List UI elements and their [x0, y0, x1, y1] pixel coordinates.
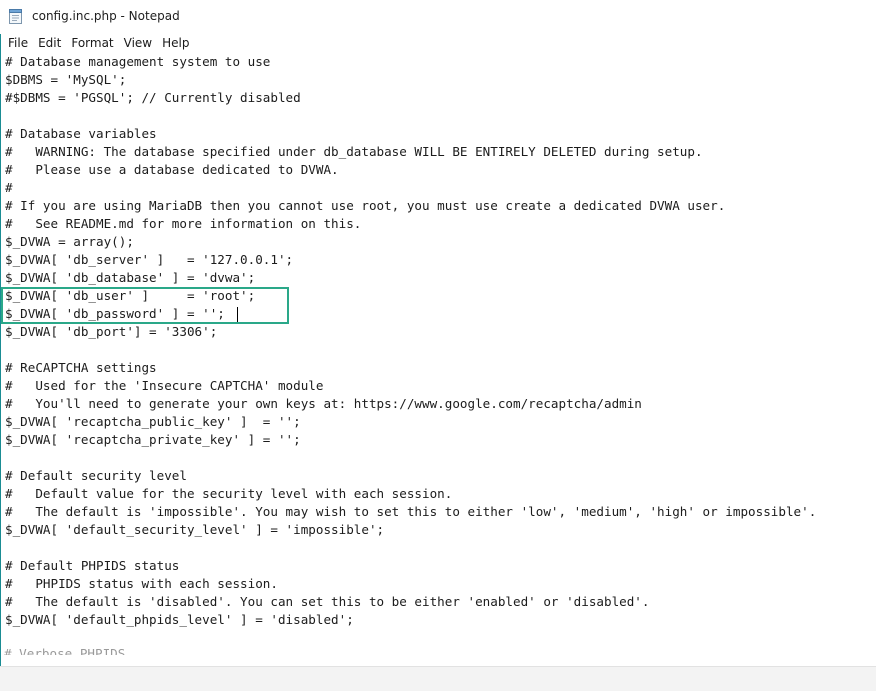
editor-line: # PHPIDS status with each session.: [5, 576, 278, 591]
editor-line: # Database variables: [5, 126, 157, 141]
window-title: config.inc.php - Notepad: [32, 9, 180, 23]
editor-line: $_DVWA[ 'db_database' ] = 'dvwa';: [5, 270, 256, 285]
menu-file[interactable]: File: [3, 35, 33, 51]
editor-line: # Default security level: [5, 468, 187, 483]
editor-line: # See README.md for more information on …: [5, 216, 362, 231]
editor-line-partial: # Verbose PHPIDS: [4, 645, 204, 655]
notepad-icon: [9, 9, 22, 24]
editor-line: #$DBMS = 'PGSQL'; // Currently disabled: [5, 90, 301, 105]
editor-line: $_DVWA[ 'recaptcha_private_key' ] = '';: [5, 432, 301, 447]
editor-line: # Used for the 'Insecure CAPTCHA' module: [5, 378, 324, 393]
editor-line-db-password: $_DVWA[ 'db_password' ] = '';: [5, 306, 225, 321]
menu-edit[interactable]: Edit: [33, 35, 66, 51]
editor-line: $DBMS = 'MySQL';: [5, 72, 127, 87]
menu-view[interactable]: View: [119, 35, 157, 51]
status-bar: [0, 666, 876, 691]
editor-line: # You'll need to generate your own keys …: [5, 396, 642, 411]
editor-line: # Default value for the security level w…: [5, 486, 453, 501]
partial-line-text: # Verbose PHPIDS: [4, 646, 126, 655]
editor-line: # Please use a database dedicated to DVW…: [5, 162, 339, 177]
menu-format[interactable]: Format: [66, 35, 118, 51]
editor-line: # Database management system to use: [5, 54, 271, 69]
editor-line: $_DVWA[ 'recaptcha_public_key' ] = '';: [5, 414, 301, 429]
text-cursor: [237, 307, 238, 322]
editor-line: # The default is 'disabled'. You can set…: [5, 594, 650, 609]
notepad-window: config.inc.php - Notepad File Edit Forma…: [0, 0, 876, 691]
editor-line: $_DVWA[ 'db_server' ] = '127.0.0.1';: [5, 252, 294, 267]
title-bar[interactable]: config.inc.php - Notepad: [0, 0, 876, 34]
text-editor[interactable]: # Database management system to use $DBM…: [1, 52, 876, 666]
menu-help[interactable]: Help: [157, 35, 194, 51]
editor-line: $_DVWA[ 'db_port'] = '3306';: [5, 324, 218, 339]
editor-line: #: [5, 180, 13, 195]
editor-line: # ReCAPTCHA settings: [5, 360, 157, 375]
editor-line: $_DVWA[ 'default_security_level' ] = 'im…: [5, 522, 385, 537]
editor-line: $_DVWA[ 'default_phpids_level' ] = 'disa…: [5, 612, 354, 627]
editor-line: $_DVWA = array();: [5, 234, 134, 249]
menu-bar: File Edit Format View Help: [0, 34, 876, 52]
editor-line: # If you are using MariaDB then you cann…: [5, 198, 726, 213]
editor-line: # The default is 'impossible'. You may w…: [5, 504, 817, 519]
editor-line: # WARNING: The database specified under …: [5, 144, 703, 159]
editor-line: # Default PHPIDS status: [5, 558, 180, 573]
editor-line-db-user: $_DVWA[ 'db_user' ] = 'root';: [5, 288, 256, 303]
